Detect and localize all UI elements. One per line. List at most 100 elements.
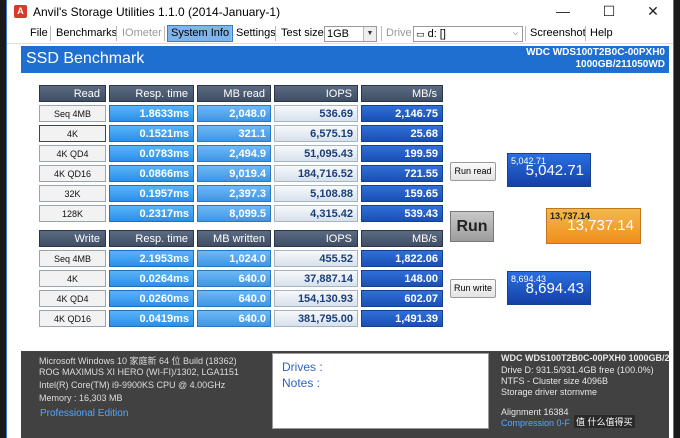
total-score-value: 13,737.14: [567, 217, 634, 234]
run-button[interactable]: Run: [450, 211, 494, 242]
window-title: Anvil's Storage Utilities 1.1.0 (2014-Ja…: [33, 5, 281, 19]
run-read-button[interactable]: Run read: [450, 162, 496, 181]
run-write-button[interactable]: Run write: [450, 279, 496, 298]
edition-label: Professional Edition: [40, 408, 129, 419]
app-window: A Anvil's Storage Utilities 1.1.0 (2014-…: [6, 0, 674, 438]
write-mb: 1,024.0: [197, 250, 271, 267]
read-row-label: 4K QD4: [39, 145, 106, 162]
read-resp-time: 0.1957ms: [109, 185, 194, 202]
header-drive-model: WDC WDS100T2B0C-00PXH0: [526, 47, 665, 58]
write-header-mbs: MB/s: [361, 230, 443, 247]
read-iops: 536.69: [274, 105, 358, 122]
write-mb: 640.0: [197, 290, 271, 307]
menu-settings[interactable]: Settings: [233, 25, 279, 42]
read-resp-time: 0.2317ms: [109, 205, 194, 222]
write-iops: 37,887.14: [274, 270, 358, 287]
write-mb: 640.0: [197, 310, 271, 327]
title-bar: A Anvil's Storage Utilities 1.1.0 (2014-…: [7, 0, 673, 23]
read-mb: 2,494.9: [197, 145, 271, 162]
menu-file[interactable]: File: [27, 25, 51, 42]
menu-separator: [231, 26, 232, 41]
read-header-mb-read: MB read: [197, 85, 271, 102]
test-size-label: Test size: [281, 27, 324, 39]
write-resp-time: 0.0264ms: [109, 270, 194, 287]
menu-benchmarks[interactable]: Benchmarks: [53, 25, 120, 42]
memory-info: Memory : 16,303 MB: [39, 393, 123, 403]
read-resp-time: 1.8633ms: [109, 105, 194, 122]
read-row-label: Seq 4MB: [39, 105, 106, 122]
read-mbs: 721.55: [361, 165, 443, 182]
drive-capacity: Drive D: 931.5/931.4GB free (100.0%): [501, 365, 654, 375]
read-header-resp-time: Resp. time: [109, 85, 194, 102]
write-resp-time: 0.0419ms: [109, 310, 194, 327]
read-row-label: 4K: [39, 125, 106, 142]
benchmark-header: SSD Benchmark WDC WDS100T2B0C-00PXH0 100…: [21, 46, 669, 73]
minimize-button[interactable]: —: [541, 0, 585, 23]
write-header-label: Write: [39, 230, 106, 247]
drive-label: Drive: [386, 27, 412, 39]
menu-bar: File Benchmarks IOmeter System Info Sett…: [7, 23, 673, 44]
write-header-mb-written: MB written: [197, 230, 271, 247]
read-header-iops: IOPS: [274, 85, 358, 102]
drives-label: Drives :: [282, 360, 323, 374]
read-row-label: 32K: [39, 185, 106, 202]
menu-separator: [275, 26, 276, 41]
anvil-app-icon: A: [14, 5, 27, 18]
notes-box[interactable]: Drives : Notes :: [272, 353, 489, 429]
write-header-iops: IOPS: [274, 230, 358, 247]
read-mb: 9,019.4: [197, 165, 271, 182]
menu-separator: [116, 26, 117, 41]
read-mbs: 25.68: [361, 125, 443, 142]
menu-separator: [50, 26, 51, 41]
write-row-label: 4K QD16: [39, 310, 106, 327]
benchmark-results: Read Resp. time MB read IOPS MB/s Seq 4M…: [21, 73, 669, 351]
system-info-panel: Microsoft Windows 10 家庭新 64 位 Build (183…: [21, 351, 670, 438]
maximize-button[interactable]: ☐: [587, 0, 631, 23]
write-iops: 455.52: [274, 250, 358, 267]
test-size-select[interactable]: 1GB ▼: [324, 26, 377, 42]
write-resp-time: 2.1953ms: [109, 250, 194, 267]
read-iops: 51,095.43: [274, 145, 358, 162]
read-mb: 2,048.0: [197, 105, 271, 122]
read-mbs: 2,146.75: [361, 105, 443, 122]
write-score: 8,694.43 8,694.43: [507, 271, 591, 305]
drive-value: d: []: [427, 28, 446, 40]
page-title: SSD Benchmark: [26, 50, 145, 67]
total-score: 13,737.14 13,737.14: [546, 208, 641, 244]
read-mbs: 539.43: [361, 205, 443, 222]
chevron-down-icon: ⌵: [509, 27, 522, 41]
close-button[interactable]: ✕: [631, 0, 673, 23]
menu-help[interactable]: Help: [587, 25, 616, 42]
read-score-value: 5,042.71: [525, 162, 584, 179]
write-resp-time: 0.0260ms: [109, 290, 194, 307]
notes-label: Notes :: [282, 376, 321, 390]
read-iops: 4,315.42: [274, 205, 358, 222]
drive-storage-driver: Storage driver stornvme: [501, 387, 598, 397]
menu-system-info[interactable]: System Info: [167, 25, 234, 42]
write-mbs: 1,491.39: [361, 310, 443, 327]
write-iops: 381,795.00: [274, 310, 358, 327]
drive-icon: ▭: [416, 29, 425, 39]
watermark: 值 什么值得买: [574, 415, 635, 428]
read-iops: 6,575.19: [274, 125, 358, 142]
test-size-value: 1GB: [327, 28, 350, 40]
os-info: Microsoft Windows 10 家庭新 64 位 Build (183…: [39, 356, 237, 366]
drive-filesystem: NTFS - Cluster size 4096B: [501, 376, 609, 386]
drive-select[interactable]: ▭ d: [] ⌵: [413, 26, 523, 42]
menu-iometer[interactable]: IOmeter: [119, 25, 165, 42]
write-row-label: 4K: [39, 270, 106, 287]
read-resp-time: 0.0866ms: [109, 165, 194, 182]
write-mb: 640.0: [197, 270, 271, 287]
read-header-label: Read: [39, 85, 106, 102]
read-resp-time: 0.1521ms: [109, 125, 194, 142]
write-score-value: 8,694.43: [525, 280, 584, 297]
read-mbs: 199.59: [361, 145, 443, 162]
menu-screenshot[interactable]: Screenshot: [527, 25, 589, 42]
write-row-label: 4K QD4: [39, 290, 106, 307]
write-iops: 154,130.93: [274, 290, 358, 307]
read-row-label: 4K QD16: [39, 165, 106, 182]
write-mbs: 1,822.06: [361, 250, 443, 267]
menu-separator: [585, 26, 586, 41]
drive-detail-title: WDC WDS100T2B0C-00PXH0 1000GB/2: [501, 353, 670, 363]
write-row-label: Seq 4MB: [39, 250, 106, 267]
